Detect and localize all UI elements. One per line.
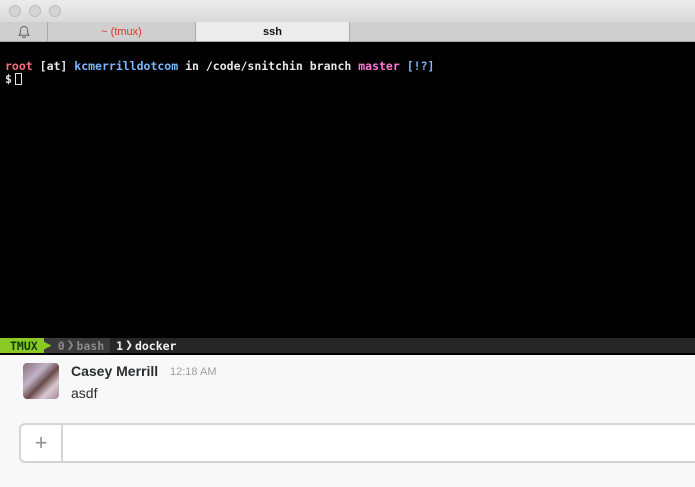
prompt-path: /code/snitchin bbox=[205, 59, 303, 73]
minimize-window-button[interactable] bbox=[29, 5, 41, 17]
prompt-in: in bbox=[185, 59, 199, 73]
tab-ssh[interactable]: ssh bbox=[196, 22, 350, 41]
tmux-window-1[interactable]: 1 ❯ docker bbox=[110, 338, 183, 353]
tmux-session-label: TMUX bbox=[10, 338, 38, 353]
command-line[interactable]: $ bbox=[5, 72, 22, 86]
message-timestamp[interactable]: 12:18 AM bbox=[170, 366, 216, 378]
powerline-separator-icon: ▶ bbox=[43, 338, 52, 353]
prompt-user: root bbox=[5, 59, 33, 73]
terminal-cursor bbox=[14, 73, 22, 85]
avatar[interactable] bbox=[23, 363, 59, 399]
tmux-session-badge: TMUX bbox=[0, 338, 44, 353]
prompt-line: root [at] kcmerrilldotcom in /code/snitc… bbox=[5, 59, 434, 73]
prompt-branch: master bbox=[358, 59, 400, 73]
zoom-window-button[interactable] bbox=[49, 5, 61, 17]
prompt-branch-text: branch bbox=[309, 59, 352, 73]
message-composer[interactable]: + bbox=[19, 423, 695, 463]
tmux-window-0-name: bash bbox=[76, 338, 105, 353]
tab-tmux[interactable]: ~ (tmux) bbox=[48, 22, 196, 41]
chevron-right-icon: ❯ bbox=[66, 338, 75, 353]
prompt-symbol: $ bbox=[5, 72, 12, 86]
attach-button-label: + bbox=[34, 430, 48, 455]
prompt-host: kcmerrilldotcom bbox=[74, 59, 179, 73]
bell-icon[interactable] bbox=[0, 22, 48, 41]
tab-ssh-label: ssh bbox=[263, 25, 282, 38]
tab-bar: ~ (tmux) ssh bbox=[0, 22, 695, 42]
message-sender[interactable]: Casey Merrill bbox=[71, 363, 158, 379]
terminal-screen[interactable]: root [at] kcmerrilldotcom in /code/snitc… bbox=[0, 42, 695, 338]
chevron-right-icon: ❯ bbox=[125, 338, 133, 353]
plus-icon[interactable]: + bbox=[21, 425, 63, 461]
tmux-window-1-name: docker bbox=[134, 338, 177, 353]
message-text: asdf bbox=[71, 385, 98, 401]
tmux-status-bar: TMUX ▶ 0 ❯ bash 1 ❯ docker bbox=[0, 338, 695, 353]
window-titlebar bbox=[0, 0, 695, 22]
tmux-window-1-index: 1 bbox=[116, 338, 124, 353]
tab-tmux-label: ~ (tmux) bbox=[101, 25, 142, 38]
close-window-button[interactable] bbox=[9, 5, 21, 17]
prompt-git-status: [!?] bbox=[406, 59, 435, 73]
tmux-window-0-index: 0 bbox=[57, 338, 65, 353]
prompt-at: [at] bbox=[39, 59, 68, 73]
terminal-window: ~ (tmux) ssh root [at] kcmerrilldotcom i… bbox=[0, 0, 695, 355]
chat-message: Casey Merrill 12:18 AM asdf bbox=[0, 355, 695, 415]
tmux-window-0[interactable]: 0 ❯ bash bbox=[51, 338, 111, 353]
